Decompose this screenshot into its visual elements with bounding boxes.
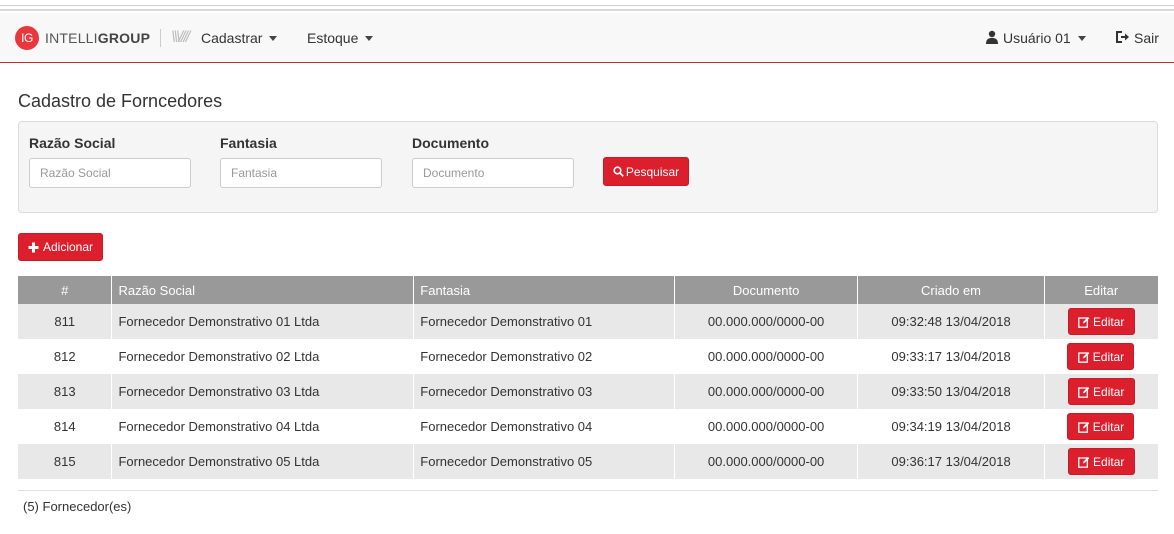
edit-icon [1077, 351, 1090, 363]
menu-cadastrar[interactable]: Cadastrar [201, 13, 278, 63]
cell-id: 814 [18, 409, 113, 444]
chevron-down-icon [365, 35, 374, 41]
edit-icon [1077, 421, 1090, 433]
chevron-down-icon [1077, 35, 1086, 41]
table-footer-divider [18, 490, 1158, 491]
cell-editar: Editar [1044, 444, 1158, 479]
cell-razao-social: Fornecedor Demonstrativo 04 Ltda [111, 409, 415, 444]
edit-button[interactable]: Editar [1067, 378, 1135, 405]
user-menu[interactable]: Usuário 01 [985, 13, 1086, 63]
table-row: 812 Fornecedor Demonstrativo 02 Ltda For… [18, 339, 1159, 374]
page-title: Cadastro de Forncedores [18, 91, 223, 111]
fantasia-input[interactable] [220, 158, 382, 188]
col-header-id[interactable]: # [18, 276, 113, 304]
navbar: IG INTELLIGROUP \\\//// Cadastrar Estoqu… [0, 13, 1174, 63]
cell-fantasia: Fornecedor Demonstrativo 05 [413, 444, 676, 479]
menu-cadastrar-label: Cadastrar [201, 30, 263, 46]
cell-editar: Editar [1044, 304, 1158, 339]
filter-panel: Razão Social Fantasia Documento Pesquisa… [18, 121, 1158, 213]
cell-editar: Editar [1044, 374, 1158, 409]
table-row: 815 Fornecedor Demonstrativo 05 Ltda For… [18, 444, 1158, 479]
cell-documento: 00.000.000/0000-00 [674, 304, 859, 339]
table-row: 813 Fornecedor Demonstrativo 03 Ltda For… [18, 374, 1158, 409]
cell-criado-em: 09:32:48 13/04/2018 [857, 304, 1045, 339]
user-name: Usuário 01 [1003, 30, 1071, 46]
edit-icon [1078, 386, 1090, 398]
cell-documento: 00.000.000/0000-00 [674, 444, 859, 479]
cell-razao-social: Fornecedor Demonstrativo 05 Ltda [111, 444, 415, 479]
cell-fantasia: Fornecedor Demonstrativo 04 [413, 409, 676, 444]
logout-link[interactable]: Sair [1115, 13, 1159, 63]
search-button-label: Pesquisar [625, 164, 680, 179]
cell-id: 815 [18, 444, 113, 479]
razao-social-label: Razão Social [29, 135, 116, 151]
edit-button-label: Editar [1093, 384, 1125, 399]
cell-razao-social: Fornecedor Demonstrativo 01 Ltda [111, 304, 415, 339]
search-button[interactable]: Pesquisar [603, 157, 689, 186]
record-count: (5) Fornecedor(es) [23, 499, 132, 514]
cell-fantasia: Fornecedor Demonstrativo 03 [413, 374, 676, 409]
cell-editar: Editar [1044, 339, 1159, 374]
menu-estoque[interactable]: Estoque [307, 13, 374, 63]
col-header-criado-em[interactable]: Criado em [857, 276, 1045, 304]
add-button-label: Adicionar [42, 240, 94, 254]
chevron-down-icon [269, 35, 278, 41]
table-row: 814 Fornecedor Demonstrativo 04 Ltda For… [18, 409, 1159, 444]
edit-button-label: Editar [1092, 419, 1125, 434]
documento-label: Documento [412, 135, 489, 151]
cell-fantasia: Fornecedor Demonstrativo 02 [413, 339, 676, 374]
logout-icon [1115, 30, 1130, 47]
table-row: 811 Fornecedor Demonstrativo 01 Ltda For… [18, 304, 1158, 339]
add-button[interactable]: Adicionar [18, 233, 103, 261]
col-header-fantasia[interactable]: Fantasia [413, 276, 676, 304]
fantasia-label: Fantasia [220, 135, 277, 151]
cell-criado-em: 09:33:50 13/04/2018 [857, 374, 1045, 409]
user-icon [985, 30, 999, 47]
suppliers-table: # Razão Social Fantasia Documento Criado… [18, 276, 1159, 479]
col-header-razao-social[interactable]: Razão Social [111, 276, 415, 304]
col-header-editar: Editar [1044, 276, 1158, 304]
edit-button-label: Editar [1093, 454, 1125, 469]
cell-documento: 00.000.000/0000-00 [674, 409, 859, 444]
cell-criado-em: 09:33:17 13/04/2018 [857, 339, 1045, 374]
edit-button[interactable]: Editar [1067, 343, 1135, 370]
ig-logo-icon: IG [15, 26, 39, 50]
partner-logo: \\\//// [171, 29, 190, 46]
edit-icon [1078, 316, 1090, 328]
brand-name-bold: GROUP [97, 30, 151, 46]
brand-divider [160, 29, 162, 47]
cell-documento: 00.000.000/0000-00 [674, 374, 859, 409]
col-header-documento[interactable]: Documento [674, 276, 859, 304]
edit-button-label: Editar [1093, 314, 1125, 329]
documento-input[interactable] [412, 158, 574, 188]
brand-name: INTELLIGROUP [45, 30, 150, 46]
cell-criado-em: 09:34:19 13/04/2018 [857, 409, 1045, 444]
search-icon [613, 166, 624, 177]
cell-id: 812 [18, 339, 113, 374]
edit-button[interactable]: Editar [1067, 413, 1135, 440]
edit-button[interactable]: Editar [1067, 308, 1135, 335]
cell-documento: 00.000.000/0000-00 [674, 339, 859, 374]
cell-editar: Editar [1044, 409, 1159, 444]
table-header-row: # Razão Social Fantasia Documento Criado… [18, 276, 1158, 304]
cell-razao-social: Fornecedor Demonstrativo 03 Ltda [111, 374, 415, 409]
browser-top-strip [0, 0, 1174, 11]
razao-social-input[interactable] [29, 158, 191, 188]
edit-button[interactable]: Editar [1067, 448, 1135, 475]
cell-fantasia: Fornecedor Demonstrativo 01 [413, 304, 676, 339]
brand-logo[interactable]: IG INTELLIGROUP \\\//// [15, 25, 190, 51]
cell-razao-social: Fornecedor Demonstrativo 02 Ltda [111, 339, 415, 374]
logout-label: Sair [1134, 30, 1159, 46]
cell-criado-em: 09:36:17 13/04/2018 [857, 444, 1045, 479]
edit-button-label: Editar [1092, 349, 1125, 364]
menu-estoque-label: Estoque [307, 30, 359, 46]
cell-id: 811 [18, 304, 113, 339]
brand-name-light: INTELLI [45, 30, 98, 46]
plus-icon [28, 242, 39, 252]
cell-id: 813 [18, 374, 113, 409]
edit-icon [1078, 456, 1090, 468]
